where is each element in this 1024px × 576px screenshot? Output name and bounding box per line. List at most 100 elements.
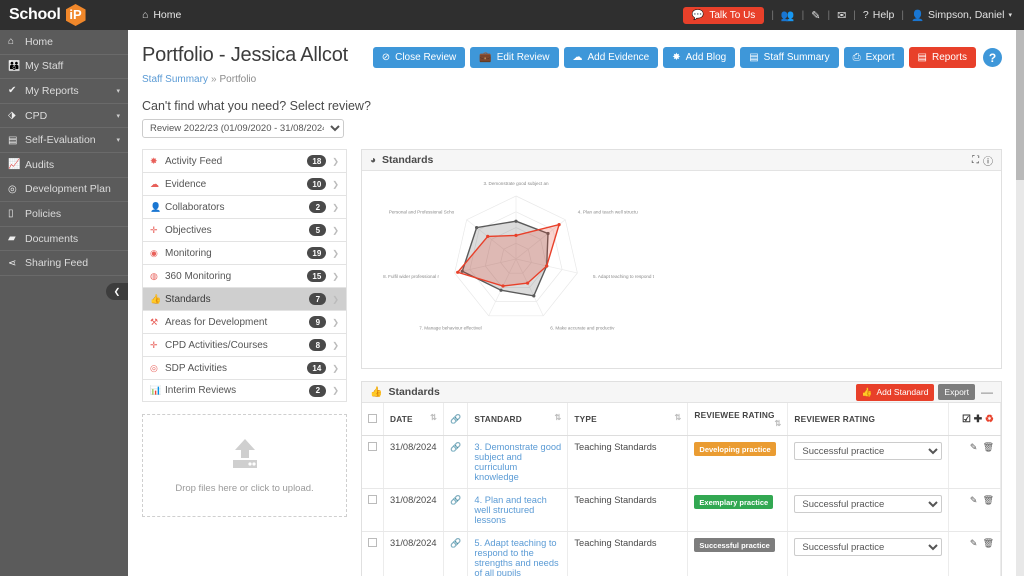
refresh-icon[interactable]: ♻ [985, 414, 994, 425]
nav-item-collaborators[interactable]: 👤 Collaborators 2 ❯ [142, 195, 347, 218]
sidebar-item-cpd[interactable]: ⬗ CPD ▾ [0, 104, 128, 129]
sort-icon: ⇅ [774, 419, 782, 428]
column-standard[interactable]: STANDARD ⇅ [467, 403, 569, 436]
checkbox-icon[interactable]: ☑ [962, 414, 971, 425]
nav-item-activity-feed[interactable]: ✸ Activity Feed 18 ❯ [142, 149, 347, 172]
chart-panel-title: Standards [382, 154, 434, 166]
column-date[interactable]: DATE ⇅ [383, 403, 444, 436]
tag-icon[interactable]: ✎ [811, 9, 820, 22]
column-type[interactable]: TYPE ⇅ [567, 403, 689, 436]
nav-item-evidence[interactable]: ☁ Evidence 10 ❯ [142, 172, 347, 195]
nav-item-cpd-activities-courses[interactable]: ✛ CPD Activities/Courses 8 ❯ [142, 333, 347, 356]
edit-icon[interactable]: ✎ [970, 442, 978, 452]
user-name-label: Simpson, Daniel [928, 9, 1005, 21]
talk-to-us-button[interactable]: 💬 Talk To Us [682, 6, 765, 24]
row-checkbox[interactable] [368, 538, 377, 547]
bolt-icon: ⬗ [8, 110, 16, 122]
close-review-button[interactable]: ⊘ Close Review [372, 47, 466, 68]
reviewer-rating-select[interactable]: Successful practiceDeveloping practiceEx… [794, 442, 942, 460]
nav-item-objectives[interactable]: ✛ Objectives 5 ❯ [142, 218, 347, 241]
talk-to-us-label: Talk To Us [709, 9, 756, 21]
standard-link[interactable]: 4. Plan and teach well structured lesson… [474, 495, 546, 525]
link-icon[interactable]: 🔗 [450, 495, 461, 505]
reports-button[interactable]: ▤ Reports [908, 47, 976, 68]
nav-item-360-monitoring[interactable]: ◍ 360 Monitoring 15 ❯ [142, 264, 347, 287]
sidebar-item-sharing-feed[interactable]: ⋖ Sharing Feed [0, 251, 128, 276]
row-select-cell[interactable] [362, 488, 384, 532]
nav-item-sdp-activities[interactable]: ◎ SDP Activities 14 ❯ [142, 356, 347, 379]
row-select-cell[interactable] [362, 531, 384, 576]
help-link[interactable]: ? Help [863, 9, 894, 21]
delete-icon[interactable]: 🗑 [983, 538, 994, 548]
sidebar-item-documents[interactable]: ▰ Documents [0, 227, 128, 252]
sidebar-item-development-plan[interactable]: ◎ Development Plan [0, 178, 128, 203]
minimize-icon[interactable]: — [979, 385, 993, 399]
upload-icon [232, 439, 257, 468]
main-column: ⌂ Home 💬 Talk To Us | 👥 | ✎ | ✉ | ? Help [128, 0, 1024, 576]
nav-item-areas-for-development[interactable]: ⚒ Areas for Development 9 ❯ [142, 310, 347, 333]
staff-summary-button[interactable]: ▤ Staff Summary [740, 47, 839, 68]
delete-icon[interactable]: 🗑 [983, 442, 994, 452]
sidebar-item-audits[interactable]: 📈 Audits [0, 153, 128, 178]
edit-icon[interactable]: ✎ [970, 538, 978, 548]
edit-icon[interactable]: ✎ [970, 495, 978, 505]
cell-link-icon[interactable]: 🔗 [443, 435, 469, 489]
reviewer-rating-select[interactable]: Successful practiceDeveloping practiceEx… [794, 495, 942, 513]
nav-item-interim-reviews[interactable]: 📊 Interim Reviews 2 ❯ [142, 379, 347, 402]
logo[interactable]: School iP [0, 0, 128, 30]
row-checkbox[interactable] [368, 442, 377, 451]
sidebar-collapse-button[interactable]: ❮ [106, 283, 128, 300]
link-icon[interactable]: 🔗 [450, 442, 461, 452]
sidebar-item-my-staff[interactable]: 👪 My Staff [0, 55, 128, 80]
sidebar-item-policies[interactable]: ▯ Policies [0, 202, 128, 227]
select-all-header[interactable] [362, 403, 384, 436]
topbar-home-link[interactable]: ⌂ Home [142, 9, 181, 21]
sidebar-item-label: Audits [25, 158, 55, 171]
cell-reviewer-rating: Successful practiceDeveloping practiceEx… [787, 488, 949, 532]
inbox-icon[interactable]: ✉ [837, 9, 846, 22]
column-reviewee-rating[interactable]: REVIEWEE RATING ⇅ [687, 403, 789, 436]
add-evidence-button[interactable]: ☁ Add Evidence [563, 47, 659, 68]
expand-icon[interactable]: ⛶ [972, 155, 979, 166]
table-body: 31/08/2024 🔗 3. Demonstrate good subject a… [362, 435, 1001, 576]
edit-review-button[interactable]: 💼 Edit Review [470, 47, 559, 68]
plus-icon[interactable]: ✚ [974, 414, 983, 425]
sidebar-item-my-reports[interactable]: ✔ My Reports ▾ [0, 79, 128, 104]
row-checkbox[interactable] [368, 495, 377, 504]
link-icon[interactable]: 🔗 [450, 538, 461, 548]
reviewer-rating-select[interactable]: Successful practiceDeveloping practiceEx… [794, 538, 942, 556]
export-button[interactable]: ⎙ Export [843, 47, 904, 68]
sidebar-item-self-evaluation[interactable]: ▤ Self-Evaluation ▾ [0, 128, 128, 153]
row-select-cell[interactable] [362, 435, 384, 489]
cell-actions: ✎ 🗑 [948, 531, 1001, 576]
add-blog-button[interactable]: ✸ Add Blog [663, 47, 736, 68]
ban-icon: ⊘ [381, 52, 391, 63]
help-button[interactable]: ? [983, 48, 1002, 67]
info-icon[interactable]: ⓘ [983, 153, 993, 168]
standard-link[interactable]: 5. Adapt teaching to respond to the stre… [474, 538, 558, 576]
chevron-right-icon: ❯ [332, 386, 339, 395]
review-select[interactable]: Review 2022/23 (01/09/2020 - 31/08/2024) [142, 119, 344, 138]
radar-point [499, 288, 503, 292]
file-dropzone[interactable]: Drop files here or click to upload. [142, 414, 347, 517]
column-reviewee-label: REVIEWEE RATING [694, 410, 775, 420]
nav-item-monitoring[interactable]: ◉ Monitoring 19 ❯ [142, 241, 347, 264]
add-standard-button[interactable]: 👍 Add Standard [855, 383, 935, 401]
scrollbar-thumb[interactable] [1016, 30, 1024, 180]
export-button[interactable]: Export [938, 384, 975, 400]
nav-item-count: 19 [307, 247, 327, 259]
vertical-scrollbar[interactable] [1016, 30, 1024, 576]
column-reviewer-rating[interactable]: REVIEWER RATING [787, 403, 949, 436]
nav-item-label: SDP Activities [165, 362, 228, 374]
sidebar-item-home[interactable]: ⌂ Home [0, 30, 128, 55]
delete-icon[interactable]: 🗑 [983, 495, 994, 505]
cell-link-icon[interactable]: 🔗 [443, 531, 469, 576]
table-header-row: DATE ⇅ 🔗 STANDARD ⇅ TYPE ⇅ REVIEWEE RATING ⇅… [362, 403, 1001, 436]
select-all-checkbox[interactable] [368, 413, 377, 423]
cell-link-icon[interactable]: 🔗 [443, 488, 469, 532]
standard-link[interactable]: 3. Demonstrate good subject and curricul… [474, 442, 561, 482]
user-menu[interactable]: 👤 Simpson, Daniel ▾ [911, 9, 1012, 22]
users-icon[interactable]: 👥 [781, 9, 795, 22]
nav-item-standards[interactable]: 👍 Standards 7 ❯ [142, 287, 347, 310]
breadcrumb-link-staff-summary[interactable]: Staff Summary [142, 74, 208, 85]
